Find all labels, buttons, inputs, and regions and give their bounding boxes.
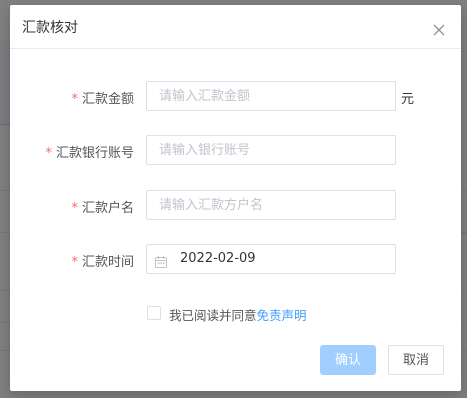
- form-row-amount: *汇款金额 元: [10, 81, 461, 111]
- bank-account-label: * 汇款银行账号: [45, 142, 134, 161]
- remit-time-label-text: 汇款时间: [81, 255, 134, 270]
- account-name-label: * 汇款户名: [71, 197, 134, 216]
- agreement-checkbox[interactable]: [147, 306, 161, 320]
- form-row-bank-account: * 汇款银行账号: [10, 135, 461, 165]
- bank-account-label-text: 汇款银行账号: [55, 146, 134, 161]
- amount-input[interactable]: [147, 82, 387, 110]
- amount-label: * 汇款金额: [71, 88, 134, 107]
- close-icon[interactable]: [433, 24, 445, 36]
- remittance-verify-dialog: 汇款核对 *汇款金额 元 *汇款银行账号 *汇款户名 *汇款时间: [10, 5, 461, 391]
- required-mark: *: [71, 92, 78, 107]
- account-name-input-wrapper: [146, 190, 396, 220]
- account-name-input[interactable]: [147, 191, 387, 219]
- bank-account-input[interactable]: [147, 136, 387, 164]
- required-mark: *: [71, 201, 78, 216]
- agreement-text: 我已阅读并同意免责声明: [169, 305, 307, 324]
- remit-time-label: * 汇款时间: [71, 251, 134, 270]
- dialog-title: 汇款核对: [22, 20, 78, 36]
- bank-account-input-wrapper: [146, 135, 396, 165]
- required-mark: *: [71, 255, 78, 270]
- agreement-prefix: 我已阅读并同意: [169, 308, 257, 323]
- amount-input-wrapper: [146, 81, 396, 111]
- dialog-header: 汇款核对: [10, 5, 461, 49]
- account-name-label-text: 汇款户名: [81, 201, 134, 216]
- amount-unit: 元: [401, 92, 415, 107]
- form-row-account-name: * 汇款户名: [10, 190, 461, 220]
- cancel-button[interactable]: 取消: [388, 345, 444, 375]
- form-row-remit-time: * 汇款时间 2022-02-09: [10, 244, 461, 274]
- amount-label-text: 汇款金额: [81, 92, 134, 107]
- calendar-icon: [155, 253, 167, 268]
- date-value: 2022-02-09: [180, 251, 256, 266]
- date-picker[interactable]: 2022-02-09: [146, 244, 396, 274]
- required-mark: *: [45, 146, 52, 161]
- confirm-button[interactable]: 确认: [320, 345, 376, 375]
- disclaimer-link[interactable]: 免责声明: [257, 308, 307, 323]
